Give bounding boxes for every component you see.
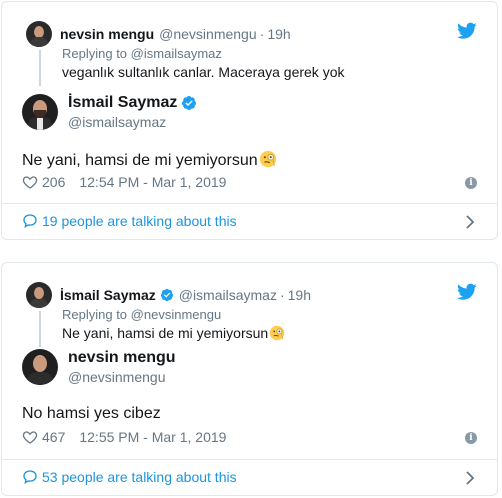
- main-tweet-header: nevsin mengu @nevsinmengu: [22, 349, 176, 385]
- talking-count: 19 people are talking about this: [42, 213, 237, 229]
- tweet-card-2[interactable]: İsmail Saymaz @ismailsaymaz · 19h Replyi…: [1, 262, 498, 496]
- separator-dot: ·: [279, 287, 285, 303]
- avatar[interactable]: [22, 349, 58, 385]
- speech-bubble-icon: [23, 214, 37, 229]
- parent-tweet-header: İsmail Saymaz @ismailsaymaz · 19h: [26, 282, 311, 308]
- replying-to-handle[interactable]: @ismailsaymaz: [131, 46, 222, 61]
- tweet-text: Ne yani, hamsi de mi yemiyorsun: [22, 150, 277, 170]
- parent-tweet-text: veganlık sultanlık canlar. Maceraya gere…: [62, 64, 345, 80]
- talking-count: 53 people are talking about this: [42, 469, 237, 485]
- replying-label: Replying to: [62, 307, 128, 322]
- parent-tweet-header: nevsin mengu @nevsinmengu · 19h: [26, 21, 291, 47]
- like-count[interactable]: 467: [42, 429, 65, 445]
- like-count[interactable]: 206: [42, 174, 65, 190]
- chevron-right-icon[interactable]: [465, 215, 475, 229]
- parent-author-name[interactable]: nevsin mengu: [60, 26, 154, 42]
- parent-tweet-text-content: Ne yani, hamsi de mi yemiyorsun: [62, 325, 269, 341]
- parent-author-handle[interactable]: @nevsinmengu: [159, 26, 257, 42]
- tweet-text-content: Ne yani, hamsi de mi yemiyorsun: [22, 152, 258, 169]
- author-handle[interactable]: @nevsinmengu: [68, 369, 176, 385]
- twitter-bird-icon[interactable]: [457, 283, 477, 301]
- face-with-monocle-icon: [259, 150, 276, 168]
- thread-line: [39, 311, 41, 347]
- avatar[interactable]: [26, 282, 52, 308]
- divider: [2, 203, 497, 204]
- tweet-timestamp[interactable]: 12:54 PM - Mar 1, 2019: [79, 174, 226, 190]
- face-with-monocle-icon: [269, 325, 285, 341]
- parent-tweet-text: Ne yani, hamsi de mi yemiyorsun: [62, 325, 285, 341]
- conversation-link[interactable]: 53 people are talking about this: [22, 469, 237, 485]
- separator-dot: ·: [259, 26, 265, 42]
- info-icon[interactable]: i: [465, 432, 477, 444]
- avatar[interactable]: [26, 21, 52, 47]
- replying-to-handle[interactable]: @nevsinmengu: [131, 307, 222, 322]
- speech-bubble-icon: [23, 470, 37, 485]
- main-tweet-header: İsmail Saymaz @ismailsaymaz: [22, 94, 197, 130]
- author-handle[interactable]: @ismailsaymaz: [68, 114, 197, 130]
- info-icon[interactable]: i: [465, 177, 477, 189]
- heart-icon[interactable]: [22, 429, 38, 445]
- tweet-card-1[interactable]: nevsin mengu @nevsinmengu · 19h Replying…: [1, 1, 498, 240]
- replying-label: Replying to: [62, 46, 128, 61]
- tweet-meta: 467 12:55 PM - Mar 1, 2019: [22, 429, 226, 445]
- parent-timestamp[interactable]: 19h: [267, 26, 290, 42]
- verified-icon: [160, 288, 173, 302]
- replying-to: Replying to @nevsinmengu: [62, 307, 221, 322]
- chevron-right-icon[interactable]: [465, 471, 475, 485]
- divider: [2, 459, 497, 460]
- heart-icon[interactable]: [22, 174, 38, 190]
- parent-author-name[interactable]: İsmail Saymaz: [60, 287, 156, 303]
- author-name[interactable]: İsmail Saymaz: [68, 94, 177, 112]
- avatar[interactable]: [22, 94, 58, 130]
- parent-timestamp[interactable]: 19h: [288, 287, 311, 303]
- conversation-link[interactable]: 19 people are talking about this: [22, 213, 237, 229]
- parent-author-handle[interactable]: @ismailsaymaz: [179, 287, 277, 303]
- author-name[interactable]: nevsin mengu: [68, 349, 176, 367]
- verified-icon: [182, 96, 197, 110]
- tweet-timestamp[interactable]: 12:55 PM - Mar 1, 2019: [79, 429, 226, 445]
- twitter-bird-icon[interactable]: [457, 22, 477, 40]
- replying-to: Replying to @ismailsaymaz: [62, 46, 222, 61]
- tweet-meta: 206 12:54 PM - Mar 1, 2019: [22, 174, 226, 190]
- tweet-text: No hamsi yes cibez: [22, 405, 161, 422]
- thread-line: [39, 50, 41, 86]
